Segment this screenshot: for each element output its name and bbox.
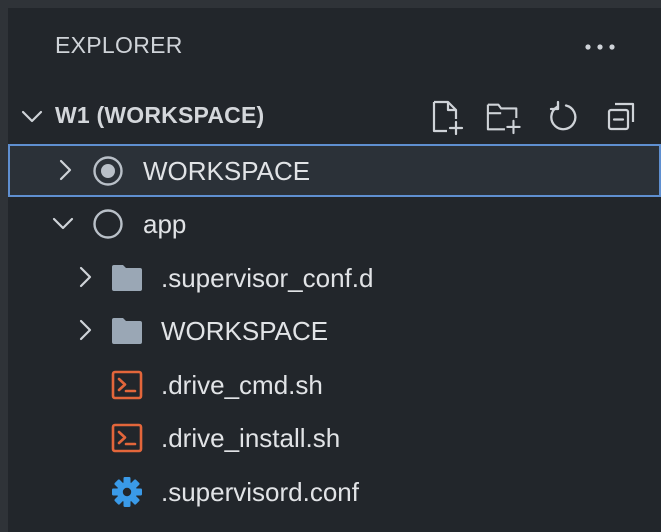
tree-item-drive-cmd-sh[interactable]: .drive_cmd.sh — [8, 358, 661, 411]
tree-item-label: WORKSPACE — [161, 316, 329, 346]
radio-empty-icon — [92, 208, 124, 240]
folder-icon — [111, 262, 143, 294]
collapse-all-icon — [607, 102, 635, 131]
shell-script-icon — [111, 369, 143, 401]
tree-item-app[interactable]: app — [8, 197, 661, 250]
tree-item-drive-install-sh[interactable]: .drive_install.sh — [8, 411, 661, 464]
workspace-section-header[interactable]: W1 (WORKSPACE) — [8, 91, 661, 141]
chevron-right-icon — [79, 266, 92, 288]
tree-item-label: app — [143, 209, 187, 239]
chevron-right-icon — [79, 319, 92, 341]
tree-item-label: .drive_install.sh — [161, 423, 341, 453]
ellipsis-icon — [585, 44, 615, 50]
refresh-button[interactable] — [545, 99, 581, 135]
gear-icon — [111, 476, 143, 508]
tree-item-label: .supervisord.conf — [161, 477, 359, 507]
new-file-button[interactable] — [429, 99, 465, 135]
chevron-right-icon — [59, 159, 72, 181]
collapse-all-button[interactable] — [604, 99, 640, 135]
new-folder-icon — [486, 103, 521, 135]
explorer-title: EXPLORER — [55, 32, 183, 58]
chevron-down-icon — [52, 217, 74, 230]
tree-item-label: WORKSPACE — [143, 156, 311, 186]
shell-script-icon — [111, 422, 143, 454]
chevron-down-icon — [21, 110, 43, 123]
explorer-header: EXPLORER — [8, 8, 661, 88]
tree-item-label: .supervisor_conf.d — [161, 263, 374, 293]
explorer-panel: EXPLORER W1 (WORKSPACE) WORKSPACE app .s… — [8, 8, 661, 532]
workspace-title: W1 (WORKSPACE) — [55, 102, 265, 128]
new-folder-button[interactable] — [486, 99, 522, 135]
more-actions-button[interactable] — [578, 32, 622, 62]
tree-item-supervisord-conf[interactable]: .supervisord.conf — [8, 465, 661, 518]
tree-item-workspace-root[interactable]: WORKSPACE — [8, 144, 661, 197]
refresh-icon — [549, 100, 577, 131]
new-file-icon — [432, 100, 464, 135]
radio-filled-icon — [92, 155, 124, 187]
tree-item-supervisor-conf-d[interactable]: .supervisor_conf.d — [8, 251, 661, 304]
folder-icon — [111, 315, 143, 347]
tree-item-label: .drive_cmd.sh — [161, 370, 323, 400]
tree-item-workspace-folder[interactable]: WORKSPACE — [8, 304, 661, 357]
